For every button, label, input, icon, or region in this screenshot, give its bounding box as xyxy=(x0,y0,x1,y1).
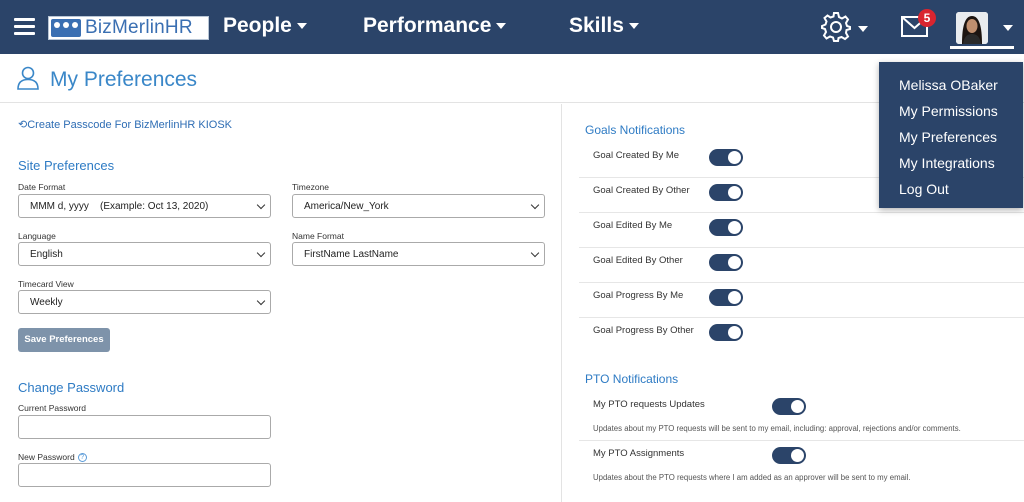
nav-skills[interactable]: Skills xyxy=(569,14,639,38)
active-underline xyxy=(950,46,1014,49)
notification-description: Updates about the PTO requests where I a… xyxy=(593,473,911,482)
kiosk-link-label: Create Passcode For BizMerlinHR KIOSK xyxy=(27,119,233,131)
nav-performance[interactable]: Performance xyxy=(363,14,507,38)
notification-label: My PTO requests Updates xyxy=(593,399,705,410)
notification-label: Goal Created By Other xyxy=(593,185,690,196)
app-logo[interactable]: BizMerlinHR xyxy=(48,16,209,40)
site-preferences-title: Site Preferences xyxy=(18,158,115,173)
new-password-label: New Password xyxy=(18,452,75,462)
notification-label: Goal Edited By Other xyxy=(593,255,683,266)
column-divider xyxy=(561,104,562,502)
language-label: Language xyxy=(18,231,56,241)
page-title: My Preferences xyxy=(50,68,198,91)
timezone-value: America/New_York xyxy=(304,201,389,212)
hamburger-menu-icon[interactable] xyxy=(14,18,35,35)
current-password-input[interactable] xyxy=(18,415,271,439)
notification-label: Goal Progress By Other xyxy=(593,325,694,336)
user-dropdown-menu: Melissa OBaker My Permissions My Prefere… xyxy=(879,62,1023,208)
caret-down-icon xyxy=(628,23,639,30)
new-password-input[interactable] xyxy=(18,463,271,487)
notification-row-goal-progress-by-me: Goal Progress By Me xyxy=(579,283,1024,318)
caret-down-icon xyxy=(296,23,307,30)
notification-label: Goal Progress By Me xyxy=(593,290,684,301)
timezone-select[interactable]: America/New_York xyxy=(292,194,545,218)
notification-row-pto-assignments: My PTO Assignments Updates about the PTO… xyxy=(579,441,1024,491)
notification-row-goal-edited-by-me: Goal Edited By Me xyxy=(579,213,1024,248)
menu-item-my-permissions[interactable]: My Permissions xyxy=(899,103,998,119)
notification-row-goal-progress-by-other: Goal Progress By Other xyxy=(579,318,1024,353)
change-password-title: Change Password xyxy=(18,380,125,395)
timecard-view-label: Timecard View xyxy=(18,279,74,289)
refresh-icon: ⟲ xyxy=(18,119,28,131)
goal-edited-by-me-toggle[interactable] xyxy=(709,219,743,236)
language-select[interactable]: English xyxy=(18,242,271,266)
goal-created-by-me-toggle[interactable] xyxy=(709,149,743,166)
pto-notifications-title: PTO Notifications xyxy=(585,372,679,386)
current-password-label: Current Password xyxy=(18,403,87,413)
page-header: My Preferences xyxy=(0,54,1024,103)
pto-requests-updates-toggle[interactable] xyxy=(772,398,806,415)
name-format-select[interactable]: FirstName LastName xyxy=(292,242,545,266)
goal-progress-by-other-toggle[interactable] xyxy=(709,324,743,341)
user-menu-button[interactable] xyxy=(950,9,1014,49)
timezone-label: Timezone xyxy=(292,182,330,192)
timecard-view-select[interactable]: Weekly xyxy=(18,290,271,314)
caret-down-icon xyxy=(1003,25,1013,31)
menu-item-user-name[interactable]: Melissa OBaker xyxy=(899,77,998,93)
nav-skills-label: Skills xyxy=(569,14,624,37)
notification-row-goal-edited-by-other: Goal Edited By Other xyxy=(579,248,1024,283)
nav-people-label: People xyxy=(223,14,292,37)
goal-created-by-other-toggle[interactable] xyxy=(709,184,743,201)
date-format-value: MMM d, yyyy (Example: Oct 13, 2020) xyxy=(30,201,209,212)
pto-assignments-toggle[interactable] xyxy=(772,447,806,464)
save-preferences-button[interactable]: Save Preferences xyxy=(18,328,110,352)
menu-item-log-out[interactable]: Log Out xyxy=(899,181,949,197)
chevron-down-icon xyxy=(256,248,266,258)
help-icon[interactable]: ? xyxy=(77,453,87,463)
chevron-down-icon xyxy=(256,200,266,210)
name-format-label: Name Format xyxy=(292,231,344,241)
language-value: English xyxy=(30,249,63,260)
settings-gear-icon[interactable] xyxy=(820,10,868,49)
nav-people[interactable]: People xyxy=(223,14,307,38)
user-avatar xyxy=(956,12,988,44)
notification-description: Updates about my PTO requests will be se… xyxy=(593,424,961,433)
name-format-value: FirstName LastName xyxy=(304,249,399,260)
menu-item-my-preferences[interactable]: My Preferences xyxy=(899,129,997,145)
timecard-view-value: Weekly xyxy=(30,297,63,308)
user-profile-icon xyxy=(17,66,39,95)
menu-item-my-integrations[interactable]: My Integrations xyxy=(899,155,995,171)
chevron-down-icon xyxy=(530,200,540,210)
goals-notifications-title: Goals Notifications xyxy=(585,123,686,137)
chevron-down-icon xyxy=(256,296,266,306)
date-format-label: Date Format xyxy=(18,182,66,192)
notification-label: My PTO Assignments xyxy=(593,448,685,459)
chevron-down-icon xyxy=(530,248,540,258)
top-navigation-bar: BizMerlinHR People Performance Skills 5 xyxy=(0,0,1024,54)
goal-progress-by-me-toggle[interactable] xyxy=(709,289,743,306)
mail-count-badge: 5 xyxy=(918,9,936,27)
caret-down-icon xyxy=(496,23,507,30)
new-password-label-row: New Password? xyxy=(18,452,87,463)
notification-label: Goal Edited By Me xyxy=(593,220,673,231)
date-format-select[interactable]: MMM d, yyyy (Example: Oct 13, 2020) xyxy=(18,194,271,218)
nav-performance-label: Performance xyxy=(363,14,492,37)
goal-edited-by-other-toggle[interactable] xyxy=(709,254,743,271)
notification-row-pto-requests-updates: My PTO requests Updates Updates about my… xyxy=(579,391,1024,441)
logo-people-icon xyxy=(51,19,81,37)
notification-label: Goal Created By Me xyxy=(593,150,680,161)
logo-text: BizMerlinHR xyxy=(85,17,193,38)
create-kiosk-passcode-link[interactable]: ⟲Create Passcode For BizMerlinHR KIOSK xyxy=(18,118,232,131)
